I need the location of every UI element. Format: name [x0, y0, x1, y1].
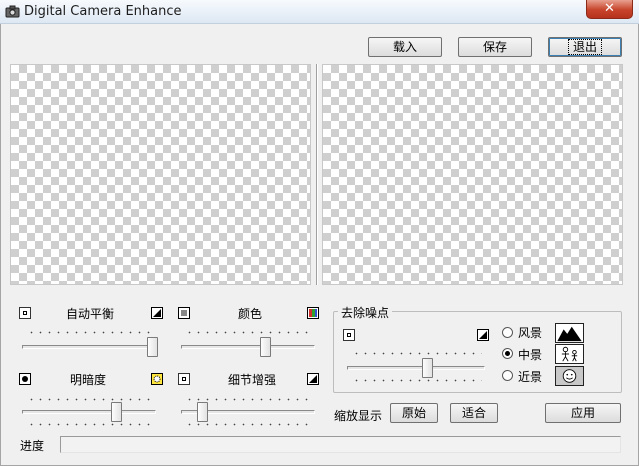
color-track: [181, 345, 315, 349]
radio-landscape[interactable]: [502, 327, 513, 338]
brightness-min-icon: [19, 373, 31, 385]
denoise-ticks-bottom: [352, 379, 482, 382]
zoom-fit-button[interactable]: 适合: [450, 403, 498, 423]
face-icon: [555, 366, 584, 386]
color-max-icon: [307, 307, 319, 319]
progress-label: 进度: [20, 439, 45, 453]
brightness-ticks-bottom: [27, 423, 153, 426]
auto-balance-ticks: [27, 331, 153, 334]
detail-max-icon: [307, 373, 319, 385]
people-icon: [555, 344, 584, 364]
radio-closeup[interactable]: [502, 370, 513, 381]
zoom-original-button[interactable]: 原始: [390, 403, 438, 423]
color-ticks: [185, 331, 311, 334]
load-button[interactable]: 载入: [368, 37, 442, 57]
detail-ticks-top: [185, 398, 311, 401]
radio-midrange[interactable]: [502, 348, 513, 359]
closeup-label: 近景: [518, 370, 543, 384]
zoom-label: 缩放显示: [334, 409, 383, 423]
auto-balance-slider[interactable]: [147, 337, 158, 357]
brightness-label: 明暗度: [70, 373, 107, 387]
preview-divider: [316, 64, 318, 285]
brightness-max-icon: [151, 373, 163, 385]
auto-balance-label: 自动平衡: [66, 307, 115, 321]
denoise-slider[interactable]: [422, 358, 433, 378]
exit-button-label: 退出: [567, 39, 602, 55]
original-preview: [10, 64, 311, 285]
denoise-track: [347, 366, 485, 370]
landscape-icon: [555, 323, 584, 343]
apply-button[interactable]: 应用: [545, 403, 621, 423]
color-min-icon: [178, 307, 190, 319]
auto-balance-max-icon: [151, 307, 163, 319]
window-title: Digital Camera Enhance: [24, 4, 182, 19]
brightness-ticks-top: [27, 398, 153, 401]
window-close-button[interactable]: ✕: [586, 0, 633, 19]
auto-balance-track: [22, 345, 158, 349]
detail-ticks-bottom: [185, 423, 311, 426]
detail-min-icon: [178, 373, 190, 385]
landscape-label: 风景: [518, 326, 543, 340]
detail-slider[interactable]: [196, 402, 208, 422]
brightness-track: [22, 410, 156, 414]
exit-button[interactable]: 退出: [548, 37, 622, 57]
progress-bar: [60, 436, 621, 453]
denoise-title: 去除噪点: [338, 304, 393, 321]
enhanced-preview: [322, 64, 623, 285]
camera-app-icon: [5, 5, 20, 18]
detail-label: 细节增强: [228, 373, 277, 387]
brightness-slider[interactable]: [110, 402, 122, 422]
denoise-max-icon: [477, 329, 489, 341]
color-slider[interactable]: [259, 337, 271, 357]
save-button[interactable]: 保存: [458, 37, 532, 57]
midrange-label: 中景: [518, 348, 543, 362]
denoise-min-icon: [343, 329, 355, 341]
color-label: 颜色: [238, 307, 263, 321]
denoise-ticks-top: [352, 352, 482, 355]
auto-balance-min-icon: [19, 307, 31, 319]
